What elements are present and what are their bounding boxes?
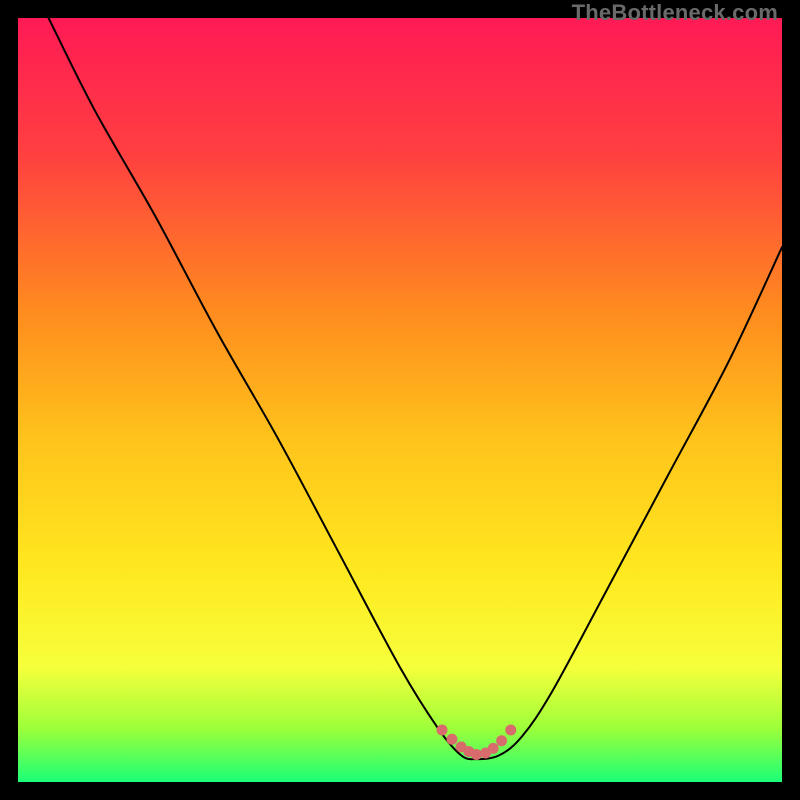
- bottleneck-chart: [18, 18, 782, 782]
- watermark-label: TheBottleneck.com: [572, 0, 778, 26]
- highlight-dot: [496, 735, 507, 746]
- highlight-dot: [446, 734, 457, 745]
- highlight-dot: [505, 725, 516, 736]
- highlight-dot: [437, 725, 448, 736]
- highlight-dot: [471, 749, 482, 760]
- highlight-dot: [488, 743, 499, 754]
- chart-frame: [18, 18, 782, 782]
